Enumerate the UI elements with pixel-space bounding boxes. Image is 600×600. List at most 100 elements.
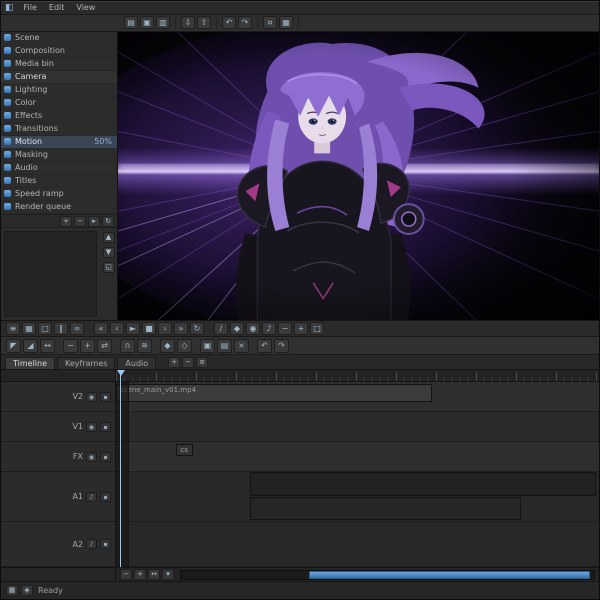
sidebar-item-effects[interactable]: Effects [1,110,117,123]
lock-icon[interactable]: ▪ [100,491,111,502]
time-zoom-menu-button[interactable]: ▾ [162,569,174,581]
lock-icon[interactable]: ▪ [100,539,111,550]
sidebar-item-speed-ramp[interactable]: Speed ramp [1,188,117,201]
track-header-a2[interactable]: A2 ♪ ▪ [1,522,115,568]
timeline-clip[interactable] [250,497,521,521]
open-project-button[interactable]: ▣ [140,16,154,30]
lock-icon[interactable]: ▪ [100,451,111,462]
mute-icon[interactable]: ♪ [86,539,97,550]
play-button[interactable]: ► [126,322,140,336]
refresh-button[interactable]: ↻ [102,215,114,227]
add-track-button[interactable]: + [168,357,181,369]
timeline-zoom-out-button[interactable]: − [63,338,78,353]
grid-status-icon[interactable]: ▦ [6,585,18,597]
ripple-toggle-button[interactable]: ≋ [137,338,152,353]
info-status-icon[interactable]: ◈ [21,585,33,597]
remove-track-button[interactable]: − [182,357,195,369]
undo-edit-button[interactable]: ↶ [257,338,272,353]
select-tool-button[interactable]: ◤ [6,338,21,353]
track-header-v2[interactable]: V2 ◉ ▪ [1,382,115,413]
marker-add-button[interactable]: ◆ [160,338,175,353]
expand-button[interactable]: ▸ [88,215,100,227]
menu-view[interactable]: View [70,3,101,12]
sidebar-item-composition[interactable]: Composition [1,45,117,58]
mute-icon[interactable]: ♪ [86,491,97,502]
snapshot-button[interactable]: ◉ [246,322,260,336]
sidebar-item-lighting[interactable]: Lighting [1,84,117,97]
panel-menu-button[interactable]: ≡ [6,322,20,336]
export-video-button[interactable]: ⇧ [197,16,211,30]
view-grid-button[interactable]: ▦ [22,322,36,336]
timeline-clip[interactable] [250,472,596,497]
sidebar-item-titles[interactable]: Titles [1,175,117,188]
redo-button[interactable]: ↷ [238,16,252,30]
menu-file[interactable]: File [18,3,43,12]
timeline-clip[interactable]: scene_main_v01.mp4 [116,384,433,403]
delete-clip-button[interactable]: × [234,338,249,353]
slip-tool-button[interactable]: ↔ [40,338,55,353]
time-zoom-fit-button[interactable]: ↔ [148,569,160,581]
timeline-clip[interactable]: cs [176,444,194,457]
sidebar-item-camera[interactable]: Camera [1,70,117,84]
new-project-button[interactable]: ▤ [124,16,138,30]
timeline-content[interactable]: scene_main_v01.mp4cs [116,370,599,568]
detach-panel-button[interactable]: ◱ [102,261,115,273]
menu-edit[interactable]: Edit [43,3,71,12]
track-header-v1[interactable]: V1 ◉ ▪ [1,412,115,443]
mute-audio-button[interactable]: ♪ [262,322,276,336]
add-item-button[interactable]: + [60,215,72,227]
razor-tool-button[interactable]: ◢ [23,338,38,353]
move-up-button[interactable]: ▲ [102,231,115,243]
move-down-button[interactable]: ▼ [102,246,115,258]
timeline-ruler[interactable] [116,370,599,383]
undo-button[interactable]: ↶ [222,16,236,30]
zoom-in-button[interactable]: + [294,322,308,336]
layout-grid-button[interactable]: ▦ [279,16,293,30]
save-project-button[interactable]: ▥ [156,16,170,30]
copy-clip-button[interactable]: ▣ [200,338,215,353]
snap-magnet-button[interactable]: ∩ [120,338,135,353]
playhead[interactable] [117,370,125,568]
preview-monitor[interactable] [118,31,599,321]
snap-toggle-button[interactable]: ∥ [54,322,68,336]
sidebar-item-masking[interactable]: Masking [1,149,117,162]
eye-icon[interactable]: ◉ [86,391,97,402]
sidebar-item-transitions[interactable]: Transitions [1,123,117,136]
tab-audio[interactable]: Audio [117,357,157,370]
paste-clip-button[interactable]: ▤ [217,338,232,353]
track-header-fx[interactable]: FX ◉ ▪ [1,442,115,473]
hscroll-groove[interactable] [180,569,595,580]
lock-icon[interactable]: ▪ [100,391,111,402]
time-zoom-in-button[interactable]: + [134,569,146,581]
redo-edit-button[interactable]: ↷ [274,338,289,353]
zoom-out-button[interactable]: − [278,322,292,336]
hscroll-thumb[interactable] [309,570,590,579]
next-frame-button[interactable]: › [158,322,172,336]
eye-icon[interactable]: ◉ [86,451,97,462]
lock-icon[interactable]: ▪ [100,421,111,432]
track-options-button[interactable]: ≡ [196,357,209,369]
sidebar-item-color[interactable]: Color [1,97,117,110]
link-clips-button[interactable]: ∞ [70,322,84,336]
sidebar-item-render-queue[interactable]: Render queue [1,201,117,214]
split-clip-button[interactable]: / [214,322,228,336]
timeline-zoom-in-button[interactable]: + [80,338,95,353]
sidebar-item-motion[interactable]: Motion 50% [1,135,117,149]
eye-icon[interactable]: ◉ [86,421,97,432]
remove-item-button[interactable]: − [74,215,86,227]
loop-button[interactable]: ↻ [190,322,204,336]
zoom-fit-button[interactable]: ⇄ [97,338,112,353]
tab-timeline[interactable]: Timeline [5,357,56,370]
sidebar-item-scene[interactable]: Scene [1,32,117,45]
add-marker-button[interactable]: ◆ [230,322,244,336]
marker-list-button[interactable]: ◇ [177,338,192,353]
go-start-button[interactable]: « [94,322,108,336]
track-header-a1[interactable]: A1 ♪ ▪ [1,472,115,523]
time-zoom-out-button[interactable]: − [120,569,132,581]
stop-button[interactable]: ■ [142,322,156,336]
import-media-button[interactable]: ⇩ [181,16,195,30]
sidebar-item-audio[interactable]: Audio [1,162,117,175]
settings-button[interactable]: ¤ [263,16,277,30]
fullscreen-button[interactable]: □ [310,322,324,336]
sidebar-item-media-bin[interactable]: Media bin [1,58,117,71]
